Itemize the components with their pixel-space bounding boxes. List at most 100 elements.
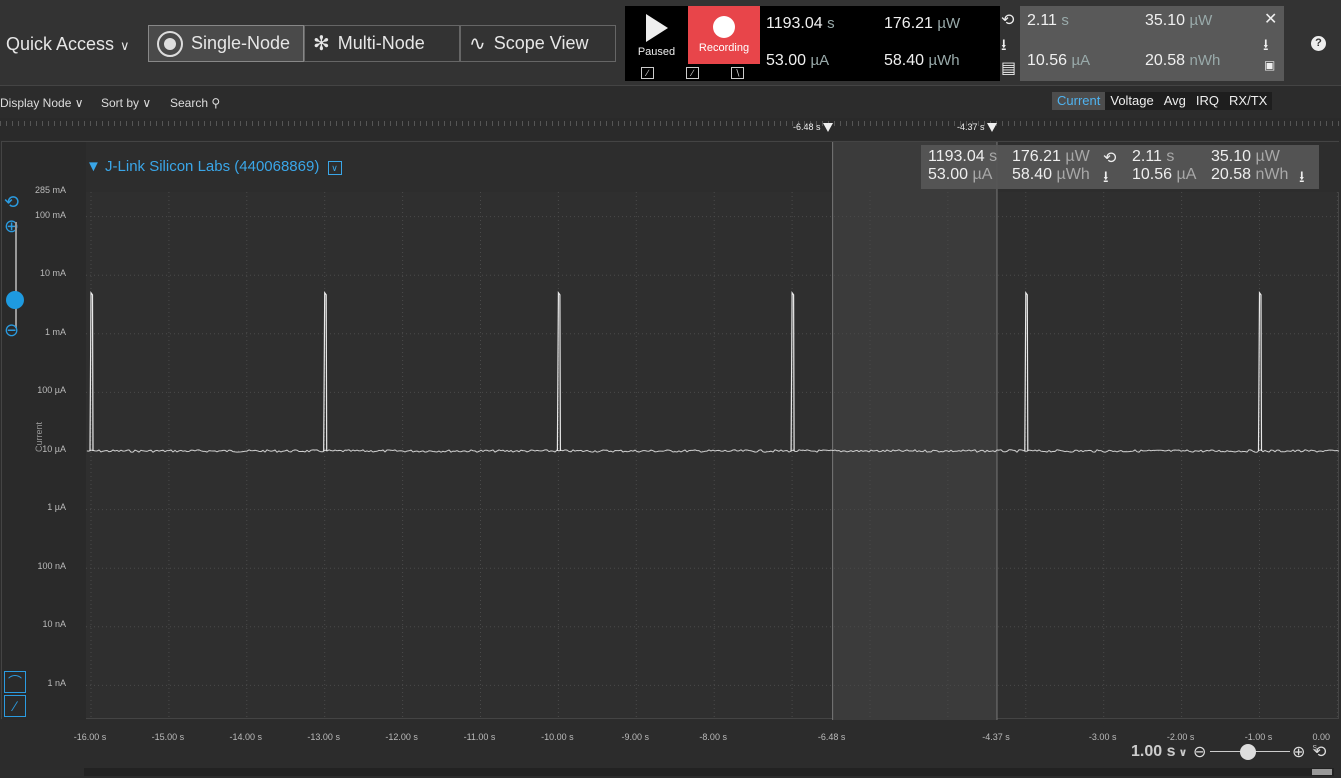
ruler-tick <box>684 121 685 126</box>
y-tick-label: 10 µA <box>42 444 66 454</box>
quick-access-menu[interactable]: Quick Access ∨ <box>6 34 130 55</box>
x-tick-label: -9.00 s <box>621 732 650 742</box>
ruler-tick <box>234 121 235 126</box>
time-zoom-in-icon[interactable]: ⊕ <box>1292 742 1305 762</box>
display-node-dropdown[interactable]: Display Node ∨ <box>0 96 84 110</box>
ruler-tick <box>882 121 883 126</box>
ruler-tick <box>546 121 547 126</box>
node-reset-icon[interactable]: ⟲ <box>1103 148 1116 168</box>
ruler-tick <box>408 121 409 126</box>
help-icon[interactable]: ? <box>1311 36 1326 51</box>
reset-zoom-icon[interactable]: ⟲ <box>4 192 19 213</box>
ruler-tick <box>306 121 307 126</box>
ruler-tick <box>666 121 667 126</box>
ruler-tick <box>1272 121 1273 126</box>
y-tick-label: 100 nA <box>37 561 66 571</box>
export-selection-icon[interactable]: ⭳ <box>1263 34 1269 61</box>
ruler-tick <box>702 121 703 126</box>
tab-rxtx[interactable]: RX/TX <box>1224 92 1273 110</box>
selection-marker-left[interactable]: -6.48 s <box>793 122 833 133</box>
search-button[interactable]: Search ⚲ <box>170 96 220 110</box>
mode-scope-view-button[interactable]: ∿ Scope View <box>460 25 616 62</box>
ruler-tick <box>126 121 127 126</box>
falling-edge-icon[interactable]: ∖ <box>731 66 744 79</box>
network-icon: ✻ <box>313 33 330 55</box>
zoom-slider-track[interactable] <box>15 222 17 328</box>
time-zoom-thumb[interactable] <box>1240 744 1256 760</box>
ruler-tick <box>1266 121 1267 126</box>
ruler-tick <box>1122 121 1123 126</box>
ruler-tick <box>618 121 619 126</box>
tab-irq[interactable]: IRQ <box>1190 92 1225 110</box>
ruler-tick <box>1296 121 1297 126</box>
node-sel-current-value: 10.56 µA <box>1132 166 1197 183</box>
linear-scale-icon[interactable]: ∕ <box>4 695 26 717</box>
horizontal-scrollbar[interactable] <box>84 768 1334 776</box>
y-tick-label: 1 µA <box>47 502 66 512</box>
ruler-tick <box>1218 121 1219 126</box>
y-tick-label: 10 mA <box>39 268 66 278</box>
collapse-triangle-icon[interactable]: ▼ <box>86 158 101 175</box>
record-icon <box>713 16 735 38</box>
sort-by-dropdown[interactable]: Sort by ∨ <box>101 96 151 110</box>
ruler-tick <box>852 121 853 126</box>
time-scale-dropdown[interactable]: 1.00 s ∨ <box>1131 743 1187 761</box>
tab-current[interactable]: Current <box>1052 92 1106 110</box>
node-dropdown-icon[interactable]: ∨ <box>327 161 342 175</box>
ruler-tick <box>936 121 937 126</box>
ruler-tick <box>774 121 775 126</box>
x-tick-label: -16.00 s <box>73 732 107 742</box>
x-tick-label: -1.00 s <box>1244 732 1273 742</box>
export-icon[interactable]: ⭳ <box>1001 34 1007 61</box>
ruler-tick <box>390 121 391 126</box>
log-scale-icon[interactable]: ⌒ <box>4 671 26 693</box>
node-export-icon[interactable]: ⭳ <box>1103 166 1109 193</box>
ruler-tick <box>318 121 319 126</box>
rising-trigger-icon[interactable]: ∕ <box>641 66 654 79</box>
ruler-tick <box>1032 121 1033 126</box>
ruler-tick <box>468 121 469 126</box>
reset-icon[interactable]: ⟲ <box>1001 10 1014 30</box>
tab-avg[interactable]: Avg <box>1158 92 1191 110</box>
selection-time-value: 2.11 s <box>1027 12 1069 29</box>
ruler-tick <box>906 121 907 126</box>
time-reset-icon[interactable]: ⟲ <box>1313 742 1326 762</box>
tab-voltage[interactable]: Voltage <box>1105 92 1159 110</box>
ruler-tick <box>30 121 31 126</box>
ruler-tick <box>1290 121 1291 126</box>
time-zoom-out-icon[interactable]: ⊖ <box>1193 742 1206 762</box>
ruler-tick <box>450 121 451 126</box>
ruler-tick <box>564 121 565 126</box>
ruler-tick <box>294 121 295 126</box>
ruler-tick <box>786 121 787 126</box>
node-sel-export-icon[interactable]: ⭳ <box>1299 166 1305 193</box>
zoom-out-icon[interactable]: ⊖ <box>4 320 19 341</box>
ruler-tick <box>432 121 433 126</box>
y-tick-label: 10 nA <box>42 619 66 629</box>
ruler-tick <box>1302 121 1303 126</box>
ruler-tick <box>360 121 361 126</box>
ruler-tick <box>876 121 877 126</box>
zoom-slider-thumb[interactable] <box>6 291 24 309</box>
ruler-tick <box>708 121 709 126</box>
time-ruler[interactable] <box>0 118 1341 140</box>
ruler-tick <box>1332 121 1333 126</box>
zoom-to-selection-icon[interactable]: ▣ <box>1264 58 1275 72</box>
search-icon: ⚲ <box>211 96 221 110</box>
node-header[interactable]: ▼ J-Link Silicon Labs (440068869) ∨ <box>86 158 342 175</box>
selection-marker-right[interactable]: -4.37 s <box>957 122 997 133</box>
ruler-tick <box>48 121 49 126</box>
close-icon[interactable]: ✕ <box>1264 9 1277 29</box>
mode-single-node-button[interactable]: Single-Node <box>148 25 304 62</box>
scrollbar-thumb[interactable] <box>1312 769 1332 775</box>
ruler-tick <box>942 121 943 126</box>
mode-multi-node-button[interactable]: ✻ Multi-Node <box>304 25 460 62</box>
ruler-tick <box>492 121 493 126</box>
list-icon[interactable]: ▤ <box>1001 58 1016 78</box>
current-graph[interactable] <box>1 141 1340 720</box>
chevron-down-icon: ∨ <box>120 38 130 53</box>
ruler-tick <box>300 121 301 126</box>
node-sel-time-value: 2.11 s <box>1132 148 1175 165</box>
ruler-tick <box>1188 121 1189 126</box>
rising-edge-icon[interactable]: ∕ <box>686 66 699 79</box>
